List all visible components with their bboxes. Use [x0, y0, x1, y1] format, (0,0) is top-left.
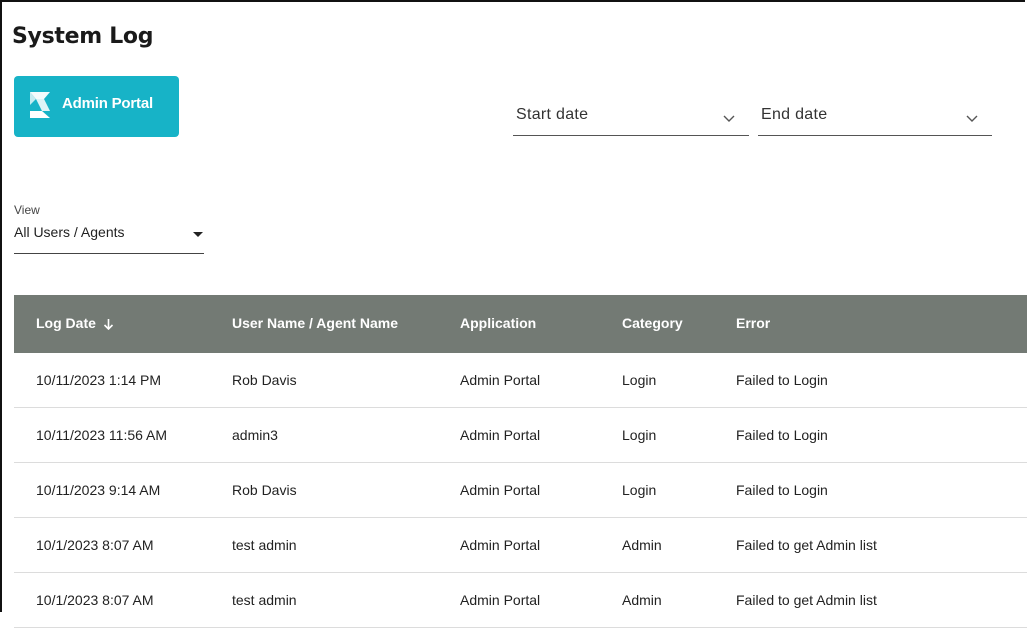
page-title: System Log [12, 24, 154, 49]
user-name-cell: Rob Davis [232, 482, 297, 498]
column-header-label: Category [622, 315, 683, 331]
application-cell: Admin Portal [460, 537, 541, 553]
category-cell: Login [622, 372, 657, 388]
user-name-cell: Rob Davis [232, 372, 297, 388]
chevron-down-icon [966, 110, 978, 122]
log-date-cell: 10/11/2023 1:14 PM [36, 372, 162, 388]
category-cell: Login [622, 482, 657, 498]
error-cell: Failed to get Admin list [736, 537, 877, 553]
log-date-cell: 10/1/2023 8:07 AM [36, 537, 154, 553]
column-header-label: User Name / Agent Name [232, 315, 398, 331]
log-date-cell: 10/1/2023 8:07 AM [36, 592, 154, 608]
column-header-category[interactable]: Category [622, 315, 683, 331]
category-cell: Admin [622, 592, 662, 608]
start-date-select[interactable]: Start date [513, 94, 749, 136]
log-date-cell: 10/11/2023 9:14 AM [36, 482, 161, 498]
table-row[interactable]: 10/1/2023 8:07 AM test admin Admin Porta… [14, 518, 1027, 573]
error-cell: Failed to Login [736, 427, 828, 443]
end-date-label: End date [761, 106, 828, 123]
application-cell: Admin Portal [460, 427, 541, 443]
user-name-cell: test admin [232, 537, 297, 553]
column-header-label: Application [460, 315, 537, 331]
user-name-cell: test admin [232, 592, 297, 608]
caret-down-icon [193, 232, 203, 237]
end-date-select[interactable]: End date [758, 94, 992, 136]
application-cell: Admin Portal [460, 482, 541, 498]
system-log-page: System Log Admin Portal Start date End d… [0, 0, 1027, 628]
column-header-user-name[interactable]: User Name / Agent Name [232, 315, 398, 331]
start-date-label: Start date [516, 106, 589, 123]
chevron-down-icon [723, 110, 735, 122]
category-cell: Admin [622, 537, 662, 553]
column-header-label: Log Date [36, 315, 96, 331]
error-cell: Failed to Login [736, 372, 828, 388]
error-cell: Failed to get Admin list [736, 592, 877, 608]
table-row[interactable]: 10/11/2023 9:14 AM Rob Davis Admin Porta… [14, 463, 1027, 518]
arrow-down-icon [103, 317, 114, 331]
table-row[interactable]: 10/11/2023 11:56 AM admin3 Admin Portal … [14, 408, 1027, 463]
user-name-cell: admin3 [232, 427, 278, 443]
category-cell: Login [622, 427, 657, 443]
application-cell: Admin Portal [460, 372, 541, 388]
column-header-application[interactable]: Application [460, 315, 536, 331]
application-cell: Admin Portal [460, 592, 541, 608]
column-header-label: Error [736, 315, 771, 331]
table-row[interactable]: 10/11/2023 1:14 PM Rob Davis Admin Porta… [14, 353, 1027, 408]
column-header-log-date[interactable]: Log Date [36, 315, 114, 331]
view-label: View [14, 203, 40, 217]
table-row[interactable]: 10/1/2023 8:07 AM test admin Admin Porta… [14, 573, 1027, 628]
view-select[interactable]: All Users / Agents [14, 218, 204, 254]
admin-portal-badge[interactable]: Admin Portal [14, 76, 179, 137]
view-selected-value: All Users / Agents [14, 224, 125, 240]
app-logo-icon [30, 92, 50, 118]
system-log-table: Log Date User Name / Agent Name Applicat… [14, 295, 1027, 628]
table-header: Log Date User Name / Agent Name Applicat… [14, 295, 1027, 353]
log-date-cell: 10/11/2023 11:56 AM [36, 427, 168, 443]
error-cell: Failed to Login [736, 482, 828, 498]
column-header-error[interactable]: Error [736, 315, 770, 331]
admin-portal-label: Admin Portal [62, 95, 153, 112]
